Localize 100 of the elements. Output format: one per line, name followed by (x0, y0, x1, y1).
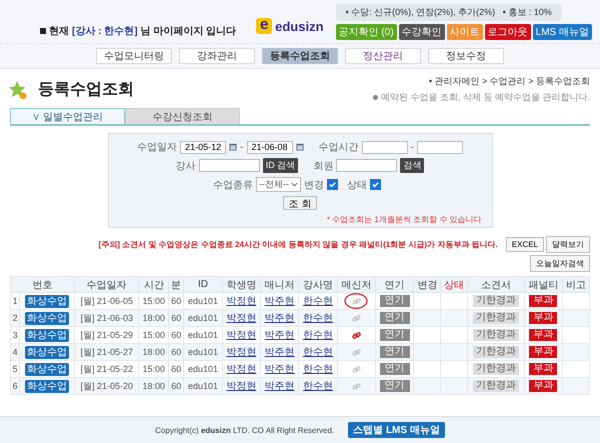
table-cell: [월] 21-06-03 (74, 310, 139, 326)
video-class-button[interactable]: 화상수업 (25, 362, 70, 376)
copyright-text: Copyright(c) edusizn LTD. CO All Right Reserved. (155, 426, 334, 434)
dash-text: - (240, 142, 244, 152)
table-cell: 18:00 (138, 378, 169, 394)
checkbox[interactable] (327, 179, 338, 190)
chevron-icon (291, 182, 298, 187)
table-cell: [월] 21-05-20 (74, 378, 139, 394)
dash-text: - (410, 142, 414, 152)
penalty-button[interactable]: 부과 (529, 329, 558, 341)
penalty-button[interactable]: 부과 (529, 380, 558, 392)
nav-tab[interactable]: 정보수정 (428, 48, 504, 64)
checkbox[interactable] (370, 179, 381, 190)
notice-text: [주의] 소견서 및 수업영상은 수업종료 24시간 이내에 등록하지 않을 경우 패널티(1회분 시급)가 자동부과 됩니다. (98, 239, 498, 250)
search-hint: * 수업조회는 1개월분씩 조회할 수 있습니다 (326, 214, 482, 225)
table-cell: 18:00 (138, 310, 169, 326)
column-header: 수업일자 (74, 276, 139, 292)
logo-text: edusizn (275, 18, 324, 34)
table-cell: 4 (10, 344, 20, 360)
column-header: 연기 (376, 276, 414, 292)
video-class-button[interactable]: 화상수업 (25, 312, 70, 324)
column-header: ID (184, 276, 222, 292)
video-class-button[interactable]: 화상수업 (25, 294, 70, 308)
penalty-button[interactable]: 부과 (529, 312, 558, 324)
table-cell: 18:00 (138, 344, 169, 360)
action-button[interactable]: EXCEL (506, 237, 544, 252)
nav-tab[interactable]: 등록수업조회 (262, 48, 338, 64)
column-header: 소견서 (467, 276, 524, 292)
postpone-button[interactable]: 연기 (380, 346, 410, 358)
video-class-button[interactable]: 화상수업 (25, 328, 70, 342)
tab[interactable]: 수강신청조회 (125, 108, 240, 124)
video-class-button[interactable]: 화상수업 (25, 380, 70, 392)
action-button[interactable]: 달력보기 (546, 236, 590, 253)
column-header: 번호 (10, 276, 74, 292)
id-search-button[interactable]: ID 검색 (262, 158, 298, 173)
class-type-select[interactable]: --전체-- (256, 177, 301, 192)
column-header: 상태 (440, 276, 468, 292)
header-button[interactable]: LMS 매뉴얼 (532, 24, 592, 40)
field-label: 회원 (313, 160, 334, 172)
field-label: 강사 (176, 160, 196, 172)
time-field[interactable] (416, 140, 463, 154)
tab[interactable]: ∨ 일별수업관리 (10, 108, 125, 124)
table-cell: 2 (10, 310, 20, 326)
calendar-icon[interactable] (229, 143, 238, 151)
report-button[interactable]: 기한경과 (472, 363, 519, 375)
nav-tab[interactable]: 수업모니터링 (96, 48, 172, 64)
member-field[interactable] (336, 159, 398, 172)
breadcrumb: • 관리자메인 > 수업관리 > 등록수업조회 (428, 75, 590, 88)
report-button[interactable]: 기한경과 (472, 346, 519, 358)
field-label: 수업시간 (318, 141, 358, 154)
field-label: 수업일자 (137, 141, 178, 154)
field-label: 변경 (304, 178, 324, 192)
video-class-button[interactable]: 화상수업 (25, 346, 70, 358)
postpone-button[interactable]: 연기 (380, 380, 410, 392)
column-header: 학생명 (222, 276, 261, 292)
report-button[interactable]: 기한경과 (472, 329, 519, 341)
report-button[interactable]: 기한경과 (472, 380, 519, 392)
column-header: 분 (168, 276, 184, 292)
search-button[interactable]: 검색 (400, 158, 424, 173)
star-icon (8, 80, 28, 100)
column-header: 패널티 (524, 276, 563, 292)
column-header: 메신저 (337, 276, 376, 292)
link-icon[interactable] (352, 331, 361, 340)
time-field[interactable] (362, 140, 408, 154)
column-header: 변경 (414, 276, 441, 292)
nav-tab[interactable]: 강좌관리 (179, 48, 255, 64)
action-button[interactable]: 오늘일자검색 (530, 255, 590, 272)
column-header: 시간 (138, 276, 169, 292)
table-cell: edu101 (184, 344, 222, 360)
page-description: 예약된 수업을 조회, 삭제 등 예약수업을 관리합니다. (380, 91, 590, 104)
table-cell: edu101 (184, 378, 222, 394)
bullet-icon (372, 95, 378, 100)
table-cell: [월] 21-05-27 (74, 344, 139, 360)
column-header: 비고 (562, 276, 590, 292)
postpone-button[interactable]: 연기 (380, 312, 410, 324)
report-button[interactable]: 기한경과 (472, 295, 519, 307)
date-field[interactable]: 21-06-08 (246, 140, 292, 154)
table-cell: edu101 (184, 310, 222, 326)
penalty-button[interactable]: 부과 (529, 363, 558, 375)
calendar-icon[interactable] (296, 143, 304, 151)
nav-tab[interactable]: 정산관리 (345, 48, 421, 64)
logo-mark: e (256, 18, 272, 34)
postpone-button[interactable]: 연기 (380, 363, 410, 375)
table-cell: 6 (10, 378, 20, 394)
date-field[interactable]: 21-05-12 (180, 140, 226, 154)
penalty-button[interactable]: 부과 (529, 295, 558, 307)
penalty-button[interactable]: 부과 (529, 346, 558, 358)
header-button[interactable]: 수강확인 (398, 24, 445, 40)
postpone-button[interactable]: 연기 (380, 295, 410, 307)
postpone-button[interactable]: 연기 (380, 329, 410, 341)
report-button[interactable]: 기한경과 (472, 312, 519, 324)
greeting-text: 현재 [강사 : 한수현] 님 마이페이지 입니다 (40, 24, 236, 40)
header-button[interactable]: 로그아웃 (484, 24, 531, 40)
column-header: 매니저 (260, 276, 299, 292)
allowance-info: • 수당: 신규(0%), 연장(2%), 추가(2%) • 홍보 : 10% (336, 4, 562, 21)
column-header: 강사명 (298, 276, 338, 292)
manual-button[interactable]: 스텝별 LMS 매뉴얼 (348, 422, 445, 438)
search-submit-button[interactable]: 조 회 (283, 196, 317, 210)
teacher-field[interactable] (198, 159, 260, 172)
field-label: 수업종류 (213, 178, 253, 192)
